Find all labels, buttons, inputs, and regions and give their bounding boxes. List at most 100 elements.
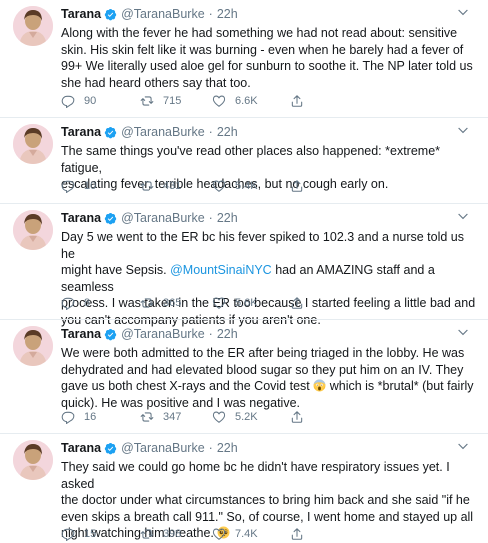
like-button[interactable]: 5.4K: [212, 178, 258, 194]
avatar[interactable]: [13, 326, 53, 366]
retweet-icon: [140, 179, 154, 193]
retweet-count: 715: [163, 95, 182, 107]
tweet-time[interactable]: 22h: [217, 437, 238, 459]
chevron-down-icon[interactable]: [456, 440, 470, 454]
author-handle[interactable]: @TaranaBurke: [121, 3, 205, 25]
tweet[interactable]: Tarana @TaranaBurke · 22h The same thing…: [0, 118, 488, 204]
share-button[interactable]: [290, 526, 313, 542]
verified-badge-icon: [104, 126, 117, 139]
tweet[interactable]: Tarana @TaranaBurke · 22h Along with the…: [0, 0, 488, 118]
like-button[interactable]: 7.4K: [212, 526, 258, 542]
chevron-down-icon[interactable]: [456, 6, 470, 20]
tweet[interactable]: Tarana @TaranaBurke · 22h Day 5 we went …: [0, 204, 488, 327]
reply-icon: [61, 179, 75, 193]
retweet-button[interactable]: 398: [140, 526, 181, 542]
avatar[interactable]: [13, 210, 53, 250]
author-handle[interactable]: @TaranaBurke: [121, 207, 205, 229]
retweet-count: 398: [163, 528, 182, 540]
reply-icon: [61, 94, 75, 108]
retweet-count: 431: [163, 180, 182, 192]
author-handle[interactable]: @TaranaBurke: [121, 437, 205, 459]
author-name[interactable]: Tarana: [61, 121, 101, 143]
tweet-header: Tarana @TaranaBurke · 22h: [61, 323, 476, 345]
like-count: 5.6K: [235, 297, 258, 309]
reply-count: 15: [84, 528, 97, 540]
like-button[interactable]: 5.2K: [212, 409, 258, 425]
tweet-actions: 8 365 5.6K: [61, 295, 361, 311]
tweet-header: Tarana @TaranaBurke · 22h: [61, 3, 476, 25]
author-name[interactable]: Tarana: [61, 323, 101, 345]
tweet-text-fragment: which is *brutal* (but fairly: [329, 379, 474, 393]
tweet[interactable]: Tarana @TaranaBurke · 22h We were both a…: [0, 320, 488, 434]
tweet-actions: 90 715 6.6K: [61, 93, 361, 109]
like-count: 6.6K: [235, 95, 258, 107]
tweet-text: We were both admitted to the ER after be…: [61, 345, 476, 411]
tweet-header: Tarana @TaranaBurke · 22h: [61, 437, 476, 459]
verified-badge-icon: [104, 328, 117, 341]
author-handle[interactable]: @TaranaBurke: [121, 323, 205, 345]
author-name[interactable]: Tarana: [61, 3, 101, 25]
share-button[interactable]: [290, 93, 313, 109]
tweet-time[interactable]: 22h: [217, 3, 238, 25]
reply-button[interactable]: 10: [61, 178, 96, 194]
face-screaming-in-fear-emoji: [313, 379, 326, 392]
tweet-text-line: 99+ We literally used aloe gel for sunbu…: [61, 59, 473, 73]
tweet-text-line: skin. His skin felt like it was burning …: [61, 42, 464, 57]
retweet-button[interactable]: 431: [140, 178, 181, 194]
chevron-down-icon[interactable]: [456, 326, 470, 340]
reply-icon: [61, 410, 75, 424]
reply-button[interactable]: 15: [61, 526, 96, 542]
reply-button[interactable]: 8: [61, 295, 90, 311]
author-name[interactable]: Tarana: [61, 437, 101, 459]
retweet-button[interactable]: 365: [140, 295, 181, 311]
tweet-time[interactable]: 22h: [217, 323, 238, 345]
chevron-down-icon[interactable]: [456, 210, 470, 224]
author-handle[interactable]: @TaranaBurke: [121, 121, 205, 143]
tweet-body: Tarana @TaranaBurke · 22h We were both a…: [61, 323, 476, 411]
avatar[interactable]: [13, 6, 53, 46]
tweet-actions: 15 398 7.4K: [61, 526, 361, 542]
separator: ·: [208, 125, 213, 139]
share-button[interactable]: [290, 409, 313, 425]
share-icon: [290, 527, 304, 541]
tweet-body: Tarana @TaranaBurke · 22h Along with the…: [61, 3, 476, 91]
chevron-down-icon[interactable]: [456, 124, 470, 138]
mention-link[interactable]: @MountSinaiNYC: [170, 263, 272, 277]
tweet-text-fragment: might have Sepsis.: [61, 263, 167, 277]
retweet-button[interactable]: 715: [140, 93, 181, 109]
avatar[interactable]: [13, 124, 53, 164]
author-name[interactable]: Tarana: [61, 207, 101, 229]
tweet-text-line: might have Sepsis. @MountSinaiNYC had an…: [61, 262, 476, 295]
retweet-count: 347: [163, 411, 182, 423]
like-icon: [212, 179, 226, 193]
separator: ·: [208, 441, 213, 455]
avatar[interactable]: [13, 440, 53, 480]
like-button[interactable]: 5.6K: [212, 295, 258, 311]
tweet-header: Tarana @TaranaBurke · 22h: [61, 121, 476, 143]
verified-badge-icon: [104, 212, 117, 225]
reply-button[interactable]: 16: [61, 409, 96, 425]
tweet-text-line: Along with the fever he had something we…: [61, 26, 458, 40]
reply-count: 10: [84, 180, 97, 192]
like-icon: [212, 410, 226, 424]
tweet-text-line: gave us both chest X-rays and the Covid …: [61, 378, 476, 395]
tweet-text-line: Day 5 we went to the ER bc his fever spi…: [61, 230, 465, 261]
tweet-text-fragment: gave us both chest X-rays and the Covid …: [61, 379, 310, 393]
share-button[interactable]: [290, 295, 313, 311]
share-icon: [290, 94, 304, 108]
reply-count: 90: [84, 95, 97, 107]
like-count: 7.4K: [235, 528, 258, 540]
reply-button[interactable]: 90: [61, 93, 96, 109]
tweet-time[interactable]: 22h: [217, 121, 238, 143]
retweet-icon: [140, 296, 154, 310]
tweet-text-line: she had heard others say that too.: [61, 75, 251, 90]
retweet-button[interactable]: 347: [140, 409, 181, 425]
share-button[interactable]: [290, 178, 313, 194]
tweet[interactable]: Tarana @TaranaBurke · 22h They said we c…: [0, 434, 488, 543]
tweet-time[interactable]: 22h: [217, 207, 238, 229]
tweet-header: Tarana @TaranaBurke · 22h: [61, 207, 476, 229]
like-button[interactable]: 6.6K: [212, 93, 258, 109]
tweet-actions: 10 431 5.4K: [61, 178, 361, 194]
retweet-icon: [140, 410, 154, 424]
like-count: 5.4K: [235, 180, 258, 192]
